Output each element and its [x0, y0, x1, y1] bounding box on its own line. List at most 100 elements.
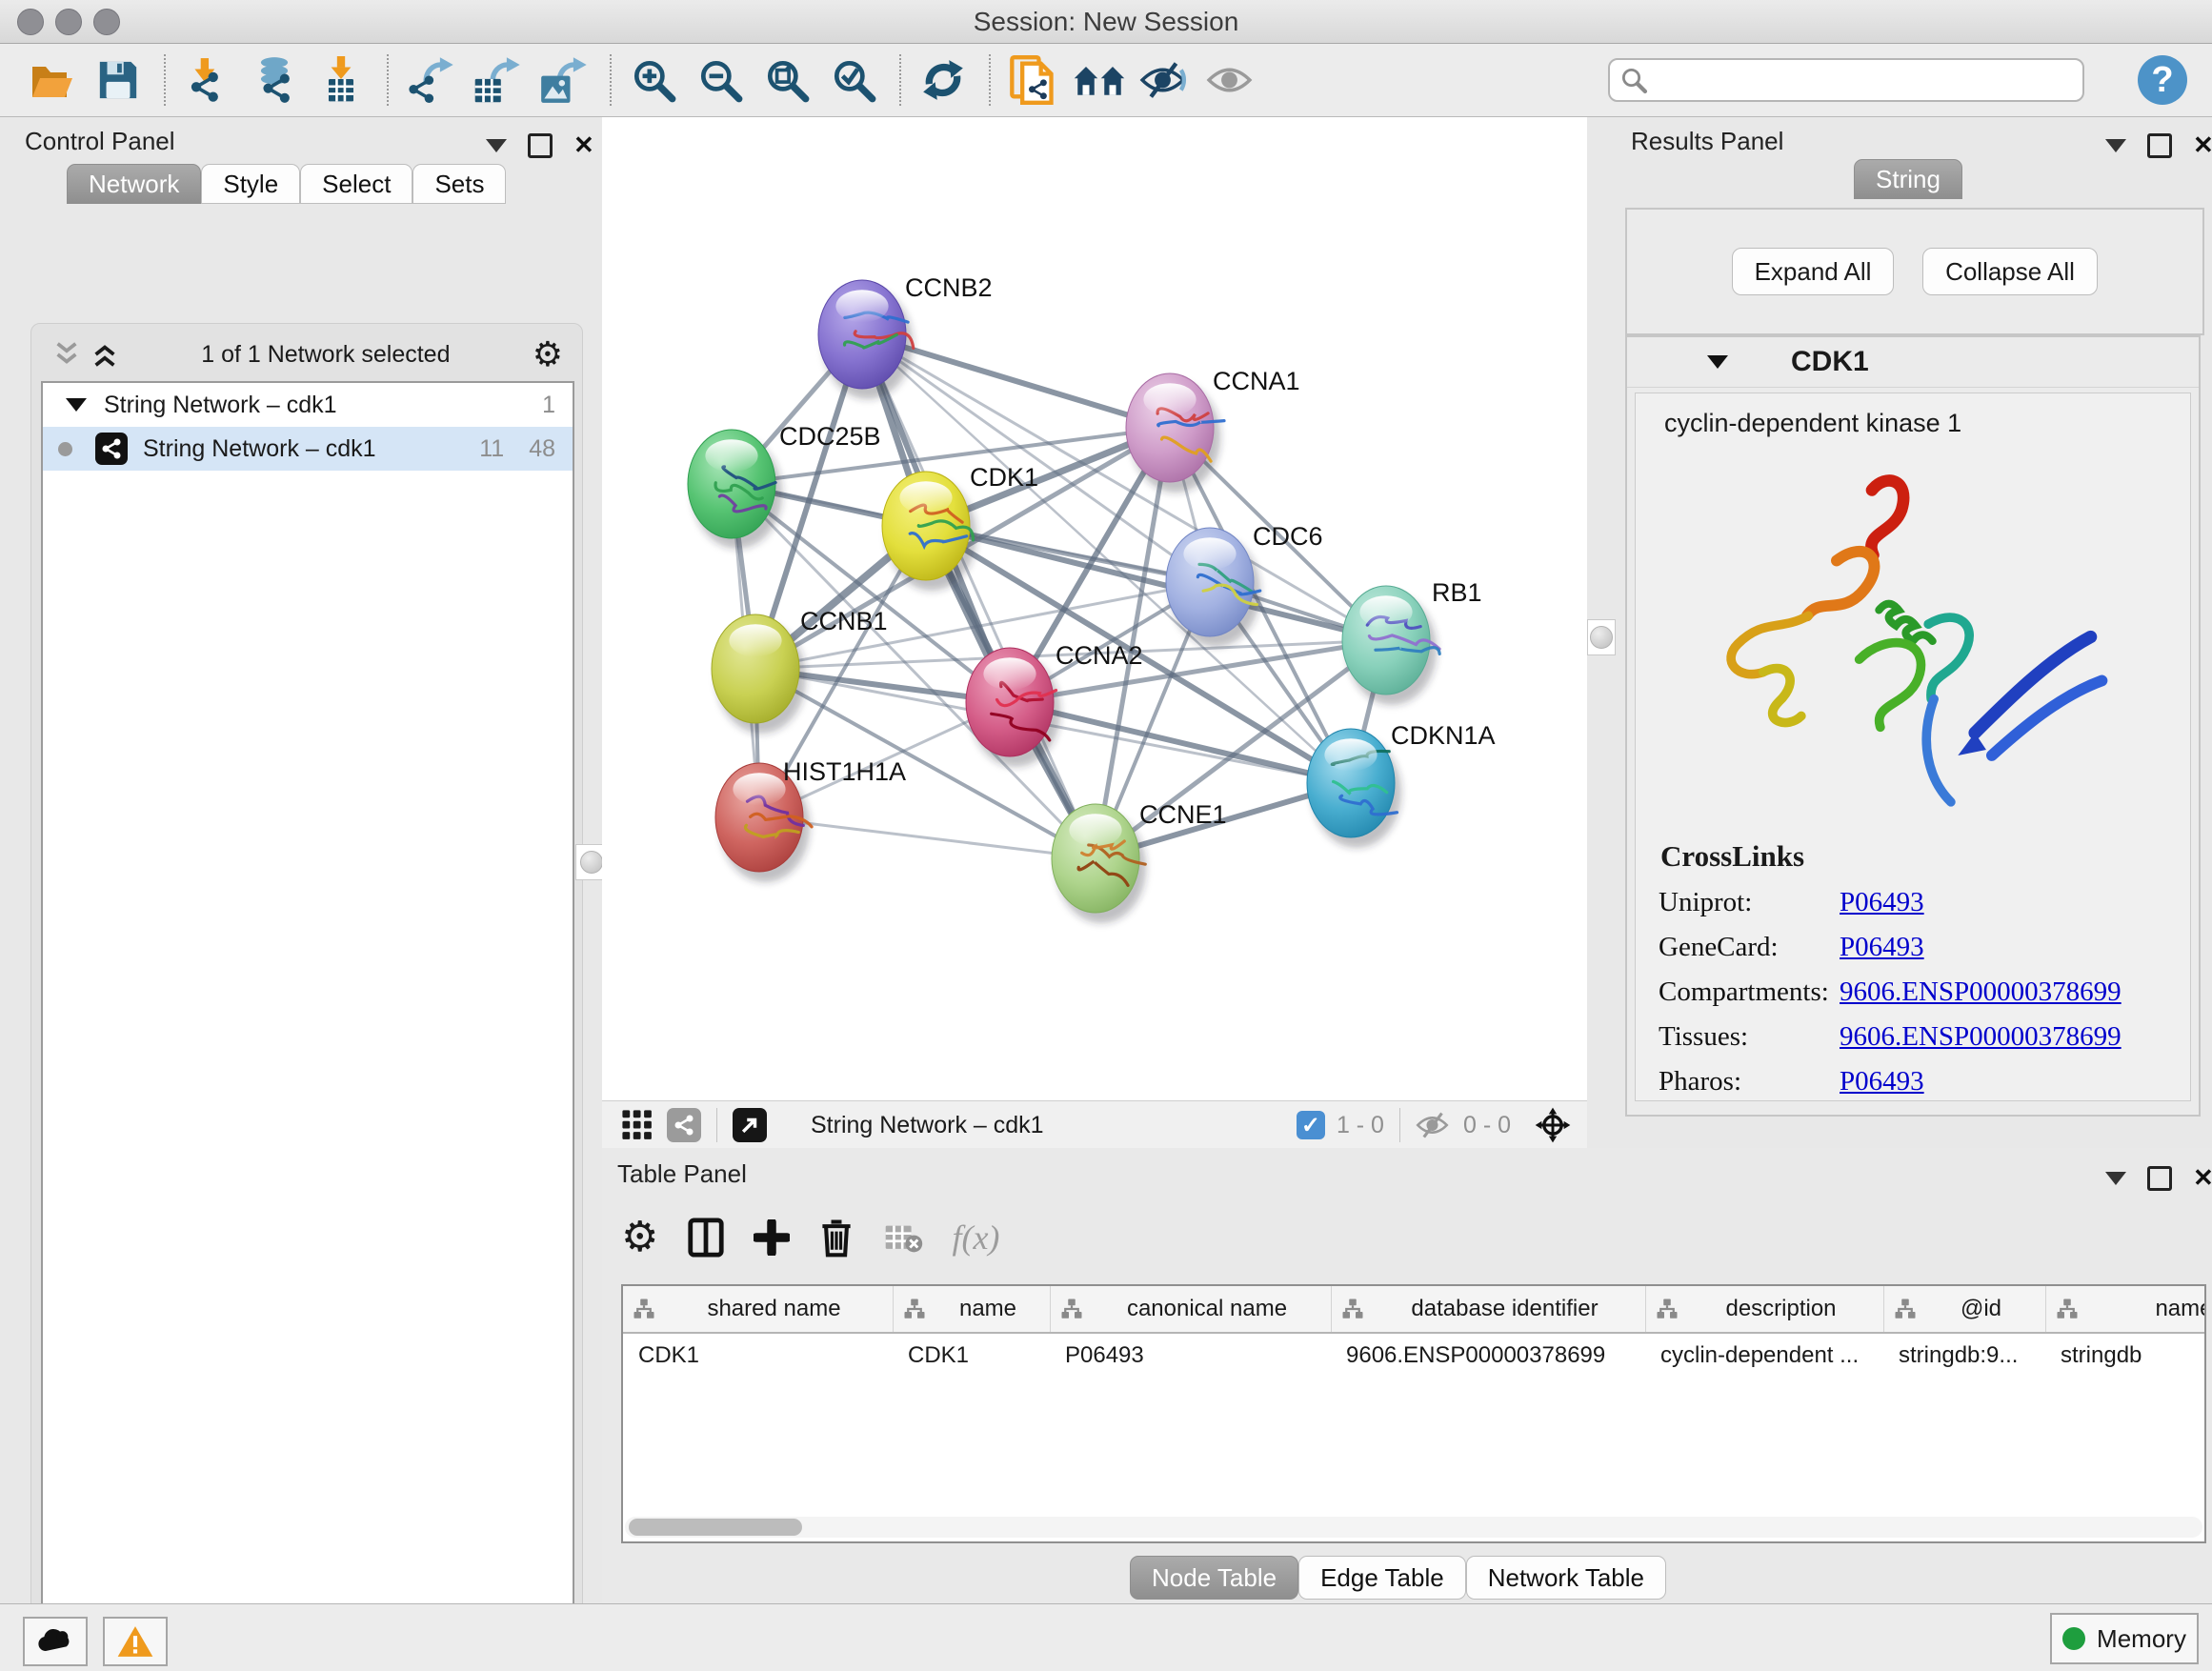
zoom-out-button[interactable] [694, 53, 747, 107]
node-cdc25b[interactable]: CDC25B [688, 422, 881, 549]
float-panel-icon[interactable] [2147, 133, 2172, 158]
detach-view-icon[interactable] [733, 1108, 767, 1142]
table-settings-gear-icon[interactable]: ⚙ [621, 1217, 658, 1258]
column-header-id[interactable]: @id [1883, 1286, 2045, 1332]
export-network-button[interactable] [404, 53, 457, 107]
tab-edge-table[interactable]: Edge Table [1298, 1556, 1466, 1600]
grid-view-icon[interactable] [621, 1109, 654, 1141]
tab-sets[interactable]: Sets [412, 164, 506, 204]
panel-menu-icon[interactable] [2105, 1172, 2126, 1185]
network-canvas[interactable]: CCNB2CCNA1CDC25BCDK1CDC6RB1CCNB1CCNA2CDK… [602, 117, 1587, 1100]
node-cdc6[interactable]: CDC6 [1166, 522, 1323, 647]
cell-name[interactable]: CDK1 [893, 1342, 1050, 1369]
save-session-button[interactable] [91, 53, 145, 107]
crosslink-row: Uniprot:P06493 [1659, 887, 2190, 918]
search-input[interactable] [1656, 66, 2060, 94]
network-tree-child-row[interactable]: String Network – cdk1 11 48 [43, 427, 573, 471]
table-row[interactable]: CDK1CDK1P064939606.ENSP00000378699cyclin… [623, 1334, 2204, 1378]
tab-style[interactable]: Style [201, 164, 300, 204]
tab-select[interactable]: Select [300, 164, 412, 204]
cdk1-section-header[interactable]: CDK1 [1627, 337, 2199, 388]
cell-namespace[interactable]: stringdb [2045, 1342, 2206, 1369]
collapse-arrow-icon[interactable] [1707, 355, 1728, 369]
column-header-description[interactable]: description [1645, 1286, 1883, 1332]
cloud-icon [36, 1628, 74, 1655]
node-ccnb1[interactable]: CCNB1 [712, 607, 888, 734]
export-image-button[interactable] [537, 53, 591, 107]
column-header-sharedname[interactable]: shared name [623, 1286, 893, 1332]
node-cdkn1a[interactable]: CDKN1A [1307, 721, 1496, 848]
expand-all-button[interactable]: Expand All [1732, 248, 1894, 295]
column-header-namespace[interactable]: namespace [2045, 1286, 2206, 1332]
apply-layout-button[interactable] [916, 53, 970, 107]
column-header-canonicalname[interactable]: canonical name [1050, 1286, 1331, 1332]
panel-menu-icon[interactable] [486, 139, 507, 152]
export-table-button[interactable] [471, 53, 524, 107]
cell-description[interactable]: cyclin-dependent ... [1645, 1342, 1883, 1369]
collapse-all-button[interactable]: Collapse All [1922, 248, 2098, 295]
collapse-all-icon[interactable] [52, 340, 81, 369]
panel-menu-icon[interactable] [2105, 139, 2126, 152]
close-panel-icon[interactable]: ✕ [2193, 131, 2212, 160]
open-session-button[interactable] [25, 53, 78, 107]
expand-all-icon[interactable] [90, 340, 119, 369]
tab-network[interactable]: Network [67, 164, 201, 204]
import-network-database-button[interactable] [248, 53, 301, 107]
birdseye-view-button[interactable] [1073, 53, 1126, 107]
crosslink-link[interactable]: P06493 [1840, 1066, 1924, 1097]
tab-node-table[interactable]: Node Table [1130, 1556, 1298, 1600]
warnings-button[interactable] [103, 1617, 168, 1666]
float-panel-icon[interactable] [528, 133, 553, 158]
crosslink-link[interactable]: 9606.ENSP00000378699 [1840, 976, 2122, 1008]
table-horizontal-scrollbar[interactable] [625, 1517, 2202, 1538]
crosslink-link[interactable]: 9606.ENSP00000378699 [1840, 1021, 2122, 1053]
collapse-arrow-icon[interactable] [66, 398, 87, 412]
delete-column-trash-icon[interactable] [818, 1218, 855, 1258]
node-ccna1[interactable]: CCNA1 [1126, 367, 1300, 493]
help-button[interactable]: ? [2138, 55, 2187, 105]
crosslink-row: Compartments:9606.ENSP00000378699 [1659, 976, 2190, 1008]
scrollbar-thumb[interactable] [629, 1519, 802, 1536]
tab-string[interactable]: String [1854, 159, 1962, 199]
cell-databaseidentifier[interactable]: 9606.ENSP00000378699 [1331, 1342, 1645, 1369]
cell-id[interactable]: stringdb:9... [1883, 1342, 2045, 1369]
import-table-button[interactable] [314, 53, 368, 107]
crosslink-link[interactable]: P06493 [1840, 932, 1924, 963]
current-network-name: String Network – cdk1 [811, 1112, 1044, 1139]
gene-description: cyclin-dependent kinase 1 [1664, 409, 2190, 438]
network-tree-root-row[interactable]: String Network – cdk1 1 [43, 383, 573, 427]
close-panel-icon[interactable]: ✕ [573, 131, 594, 160]
cell-canonicalname[interactable]: P06493 [1050, 1342, 1331, 1369]
edge-ccna2-cdkn1a[interactable] [1010, 702, 1351, 783]
selected-checkbox-icon[interactable]: ✓ [1297, 1111, 1325, 1139]
import-network-file-button[interactable] [181, 53, 234, 107]
float-panel-icon[interactable] [2147, 1166, 2172, 1191]
search-field[interactable] [1608, 58, 2084, 102]
show-all-button[interactable] [1206, 53, 1259, 107]
zoom-fit-button[interactable] [760, 53, 814, 107]
cloud-services-button[interactable] [23, 1617, 88, 1666]
gene-name: CDK1 [1791, 346, 1869, 378]
close-panel-icon[interactable]: ✕ [2193, 1163, 2212, 1193]
node-ccne1[interactable]: CCNE1 [1052, 800, 1227, 923]
node-rb1[interactable]: RB1 [1342, 578, 1482, 705]
node-cdk1[interactable]: CDK1 [882, 463, 1038, 591]
birdseye-toggle-icon[interactable] [1534, 1106, 1572, 1144]
add-column-icon[interactable] [754, 1219, 790, 1256]
refresh-icon [919, 56, 967, 104]
column-header-databaseidentifier[interactable]: database identifier [1331, 1286, 1645, 1332]
tab-network-table[interactable]: Network Table [1466, 1556, 1666, 1600]
network-snapshot-button[interactable] [1006, 53, 1059, 107]
crosslink-link[interactable]: P06493 [1840, 887, 1924, 918]
zoom-in-button[interactable] [627, 53, 680, 107]
node-ccnb2[interactable]: CCNB2 [818, 273, 993, 399]
zoom-selected-button[interactable] [827, 53, 880, 107]
gear-icon[interactable]: ⚙ [533, 337, 563, 372]
show-columns-icon[interactable] [687, 1218, 725, 1258]
node-hist1h1a[interactable]: HIST1H1A [715, 757, 906, 882]
network-view-icon[interactable] [667, 1108, 701, 1142]
hide-selected-button[interactable] [1139, 53, 1193, 107]
cell-sharedname[interactable]: CDK1 [623, 1342, 893, 1369]
column-header-name[interactable]: name [893, 1286, 1050, 1332]
memory-button[interactable]: Memory [2050, 1613, 2199, 1664]
